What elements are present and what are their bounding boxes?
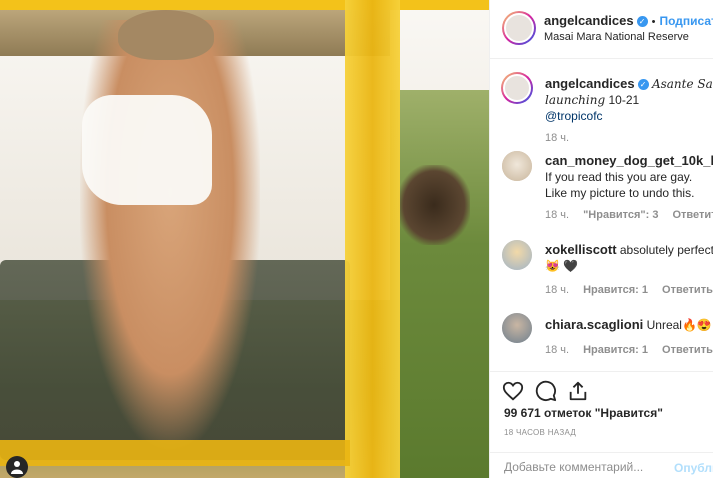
comment-time[interactable]: 18 ч. [545, 284, 569, 296]
caption-time[interactable]: 18 ч. [545, 132, 569, 144]
comment-icon[interactable] [535, 380, 557, 402]
comment-username[interactable]: chiara.scaglioni [545, 317, 643, 332]
comment-body: can_money_dog_get_10k_likes If you read … [545, 153, 713, 201]
post-header: angelcandices✓•Подписаться Masai Mara Na… [490, 0, 713, 59]
comment-body: chiara.scaglioni Unreal🔥😍 [545, 317, 713, 333]
comment-meta: 18 ч. Нравится: 1 Ответить [545, 284, 713, 296]
post-location[interactable]: Masai Mara National Reserve [544, 31, 689, 43]
follow-button[interactable]: Подписаться [659, 14, 713, 28]
comments-list[interactable]: angelcandices✓ Asante Sana launching 10-… [490, 58, 713, 371]
author-avatar[interactable] [502, 11, 536, 45]
photo-frame-bottom [0, 440, 350, 466]
comment-meta: 18 ч. "Нравится": 3 Ответить [545, 209, 713, 221]
post-panel: angelcandices✓•Подписаться Masai Mara Na… [489, 0, 713, 478]
comment-text: If you read this you are gay. Like my pi… [545, 170, 695, 200]
caption-date: 10-21 [608, 93, 640, 107]
comment-likes[interactable]: Нравится: 1 [583, 284, 648, 296]
comment-form: Опублико... [490, 452, 713, 480]
post-comment-button[interactable]: Опублико... [674, 461, 713, 475]
separator-dot: • [651, 16, 656, 28]
photo-figure [80, 20, 260, 450]
likes-count[interactable]: 99 671 отметок "Нравится" [504, 406, 663, 420]
comment-likes[interactable]: Нравится: 1 [583, 344, 648, 356]
caption-avatar[interactable] [501, 72, 533, 104]
comment-input[interactable] [504, 460, 664, 474]
reply-button[interactable]: Ответить [662, 284, 713, 296]
photo-hat [118, 10, 214, 60]
share-icon[interactable] [567, 380, 589, 402]
comment-body: xokelliscott absolutely perfect 😻 🖤 [545, 242, 713, 274]
caption-username[interactable]: angelcandices [545, 76, 635, 91]
comment-text: Unreal🔥😍 [646, 318, 712, 332]
caption-body: angelcandices✓ Asante Sana launching 10-… [545, 76, 713, 124]
post-photo[interactable] [0, 0, 489, 478]
verified-icon: ✓ [636, 16, 648, 28]
photo-frame-side [345, 0, 400, 478]
comment-avatar[interactable] [502, 151, 532, 181]
reply-button[interactable]: Ответить [672, 209, 713, 221]
verified-icon: ✓ [637, 79, 649, 91]
caption-text-2: launching [545, 93, 606, 107]
photo-wildebeest [398, 165, 470, 245]
caption-mention[interactable]: @tropicofc [545, 109, 603, 123]
comment-username[interactable]: can_money_dog_get_10k_likes [545, 153, 713, 168]
comment-username[interactable]: xokelliscott [545, 242, 617, 257]
photo-field [390, 90, 489, 478]
comment-avatar[interactable] [502, 240, 532, 270]
heart-icon[interactable] [502, 380, 524, 402]
post-time[interactable]: 18 ЧАСОВ НАЗАД [504, 428, 576, 437]
post-actions: 99 671 отметок "Нравится" 18 ЧАСОВ НАЗАД… [490, 371, 713, 479]
photo-shirt [82, 95, 212, 205]
user-tag-icon[interactable] [6, 456, 28, 478]
comment-time[interactable]: 18 ч. [545, 344, 569, 356]
comment-avatar[interactable] [502, 313, 532, 343]
comment-likes[interactable]: "Нравится": 3 [583, 209, 658, 221]
comment-time[interactable]: 18 ч. [545, 209, 569, 221]
photo-frame-top [0, 0, 489, 10]
caption-text: Asante Sana [651, 77, 713, 91]
caption-meta: 18 ч. [545, 132, 583, 144]
author-username[interactable]: angelcandices [544, 13, 634, 28]
reply-button[interactable]: Ответить [662, 344, 713, 356]
header-line: angelcandices✓•Подписаться [544, 13, 713, 28]
comment-meta: 18 ч. Нравится: 1 Ответить [545, 344, 713, 356]
